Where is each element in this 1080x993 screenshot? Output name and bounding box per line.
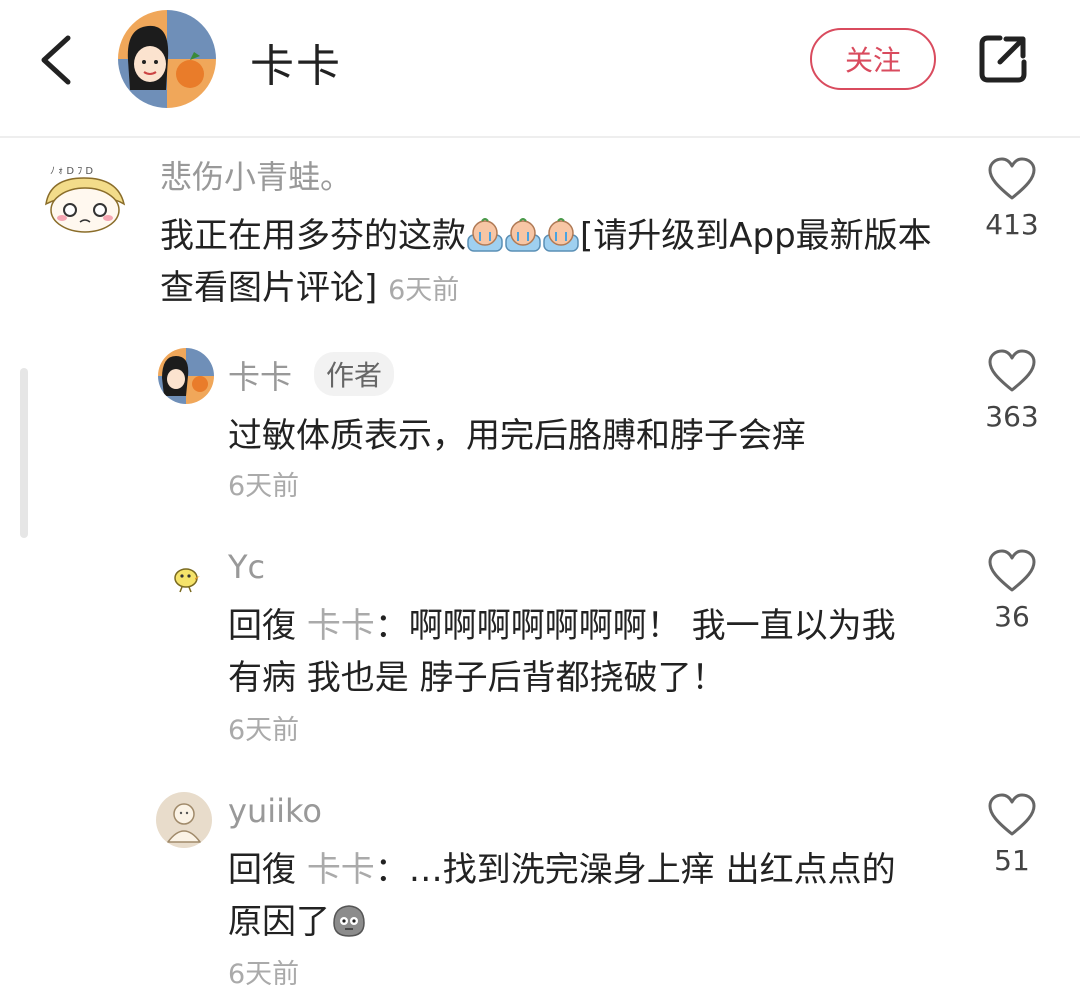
reply-target-user[interactable]: 卡卡 bbox=[307, 850, 375, 890]
crying-emoji-icon bbox=[466, 216, 580, 256]
like-button[interactable]: 413 bbox=[972, 156, 1052, 241]
comment-time: 6天前 bbox=[228, 471, 300, 502]
heart-icon bbox=[988, 549, 1036, 592]
top-bar: 卡卡 关注 bbox=[0, 0, 1080, 138]
commenter-avatar[interactable] bbox=[158, 548, 214, 604]
comment-time: 6天前 bbox=[228, 715, 300, 746]
comment-username[interactable]: yuiiko bbox=[228, 792, 322, 830]
speechless-emoji-icon bbox=[333, 905, 365, 937]
svg-text:ﾉ ｫ D ﾌ D: ﾉ ｫ D ﾌ D bbox=[50, 166, 93, 177]
heart-icon bbox=[988, 349, 1036, 392]
comment-text: 我正在用多芬的这款 [请升级到App最新版本查看图片评论] 6天前 bbox=[160, 210, 950, 317]
commenter-avatar[interactable] bbox=[156, 792, 212, 848]
comment-text-part: 我正在用多芬的这款 bbox=[160, 216, 466, 256]
like-button[interactable]: 51 bbox=[972, 792, 1052, 877]
commenter-avatar[interactable] bbox=[158, 348, 214, 404]
comment-text: 回復 卡卡：啊啊啊啊啊啊啊！ 我一直以为我有病 我也是 脖子后背都挠破了！ bbox=[228, 600, 928, 704]
heart-icon bbox=[988, 157, 1036, 200]
share-icon[interactable] bbox=[976, 32, 1030, 86]
like-count: 413 bbox=[985, 208, 1039, 241]
commenter-avatar[interactable]: ﾉ ｫ D ﾌ D bbox=[40, 160, 130, 240]
heart-icon bbox=[988, 793, 1036, 836]
comment-time: 6天前 bbox=[228, 959, 300, 990]
like-count: 36 bbox=[994, 600, 1030, 633]
comment-username[interactable]: Yc bbox=[228, 548, 265, 586]
reply-label: 回復 bbox=[228, 850, 296, 890]
comment-text: 过敏体质表示，用完后胳膊和脖子会痒 bbox=[228, 416, 806, 456]
follow-button[interactable]: 关注 bbox=[810, 28, 936, 90]
comment-time: 6天前 bbox=[388, 275, 460, 306]
comment-username[interactable]: 悲伤小青蛙。 bbox=[160, 152, 352, 198]
reply-label: 回復 bbox=[228, 606, 296, 646]
comment-text: 回復 卡卡：…找到洗完澡身上痒 出红点点的原因了 bbox=[228, 844, 928, 948]
like-button[interactable]: 363 bbox=[972, 348, 1052, 433]
author-badge: 作者 bbox=[314, 352, 395, 396]
like-button[interactable]: 36 bbox=[972, 548, 1052, 633]
scrollbar[interactable] bbox=[20, 368, 28, 538]
comment-username[interactable]: 卡卡 bbox=[228, 352, 292, 398]
like-count: 363 bbox=[985, 400, 1039, 433]
like-count: 51 bbox=[994, 844, 1030, 877]
page-title: 卡卡 bbox=[250, 41, 342, 92]
back-arrow-icon[interactable] bbox=[36, 34, 80, 86]
reply-target-user[interactable]: 卡卡 bbox=[307, 606, 375, 646]
author-avatar[interactable] bbox=[118, 10, 216, 108]
